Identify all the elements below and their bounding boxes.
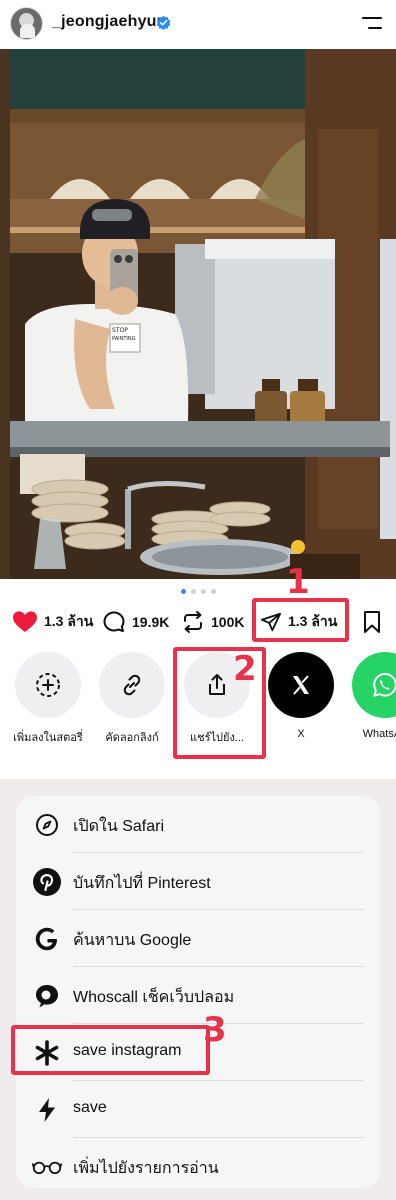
share-option-label: เพิ่มลงในสตอรี่	[13, 732, 83, 744]
whatsapp-icon	[352, 652, 396, 718]
repost-button[interactable]: 100K	[181, 604, 244, 640]
like-button[interactable]: 1.3 ล้าน	[12, 604, 93, 640]
menu-item-label: ค้นหาบน Google	[73, 932, 192, 949]
tshirt-print-2: PAINTING	[112, 336, 136, 342]
comment-button[interactable]: 19.9K	[102, 604, 169, 640]
share-option-whatsapp[interactable]: WhatsAp	[346, 652, 396, 740]
step-label-3: 3	[203, 1010, 227, 1050]
avatar[interactable]	[10, 7, 43, 40]
link-icon	[99, 652, 165, 718]
menu-item-label: เพิ่มไปยังรายการอ่าน	[73, 1160, 219, 1177]
bookmark-button[interactable]	[362, 604, 382, 640]
menu-item-label: บันทึกไปที่ Pinterest	[73, 875, 211, 892]
post-photo[interactable]: STOP PAINTING	[0, 49, 396, 579]
like-count: 1.3 ล้าน	[44, 613, 94, 629]
whoscall-icon	[32, 981, 62, 1011]
share-option-label: X	[297, 728, 305, 740]
carousel-dot	[210, 589, 216, 594]
comment-count: 19.9K	[132, 614, 170, 630]
menu-item-search-google[interactable]: ค้นหาบน Google	[16, 910, 380, 967]
lightning-icon	[32, 1095, 62, 1125]
share-option-add-story[interactable]: เพิ่มลงในสตอรี่	[9, 652, 87, 746]
carousel-dot	[190, 589, 196, 594]
menu-item-save-to-pinterest[interactable]: บันทึกไปที่ Pinterest	[16, 853, 380, 910]
share-option-label: คัดลอกลิงก์	[105, 732, 159, 744]
menu-item-add-to-reading-list[interactable]: เพิ่มไปยังรายการอ่าน	[16, 1138, 380, 1195]
glasses-icon	[32, 1152, 62, 1182]
share-option-x[interactable]: X	[262, 652, 340, 740]
heart-icon	[13, 611, 37, 632]
add-story-icon	[15, 652, 81, 718]
verified-badge-icon	[156, 15, 171, 30]
tshirt-print: STOP	[112, 327, 128, 334]
menu-item-label: Whoscall เช็คเว็บปลอม	[73, 989, 235, 1006]
google-icon	[32, 924, 62, 954]
highlight-box-share	[252, 598, 349, 642]
share-option-copy-link[interactable]: คัดลอกลิงก์	[93, 652, 171, 746]
x-logo-icon	[268, 652, 334, 718]
step-label-1: 1	[286, 562, 310, 602]
compass-icon	[32, 810, 62, 840]
carousel-indicator	[0, 589, 396, 597]
share-option-label: WhatsAp	[362, 728, 396, 740]
highlight-box-save-instagram	[11, 1025, 210, 1075]
share-action-sheet: เปิดใน Safari บันทึกไปที่ Pinterest ค้นห…	[16, 796, 380, 1188]
menu-item-save[interactable]: save	[16, 1081, 380, 1138]
username[interactable]: _jeongjaehyun	[52, 13, 167, 31]
hamburger-menu-icon[interactable]	[362, 15, 384, 31]
repost-count: 100K	[211, 614, 245, 630]
bookmark-icon	[364, 611, 380, 633]
comment-icon	[103, 611, 125, 632]
menu-item-label: เปิดใน Safari	[73, 818, 165, 835]
carousel-dot	[180, 589, 186, 594]
menu-item-label: save	[73, 1099, 107, 1116]
photo-illustration: STOP PAINTING	[0, 49, 396, 579]
menu-item-open-in-safari[interactable]: เปิดใน Safari	[16, 796, 380, 853]
step-label-2: 2	[233, 649, 257, 689]
carousel-dot	[200, 589, 206, 594]
post-header: _jeongjaehyun	[0, 0, 396, 48]
menu-item-whoscall[interactable]: Whoscall เช็คเว็บปลอม	[16, 967, 380, 1024]
pinterest-icon	[32, 867, 62, 897]
repost-icon	[184, 611, 202, 633]
